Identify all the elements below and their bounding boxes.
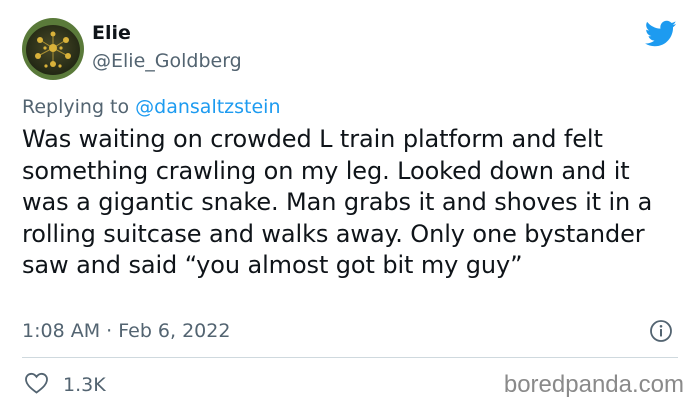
reply-prefix: Replying to (22, 96, 136, 118)
info-icon[interactable] (649, 319, 673, 343)
twitter-bird-icon (644, 20, 677, 48)
tweet-time: 1:08 AM (22, 320, 101, 342)
tweet-date: Feb 6, 2022 (118, 320, 231, 342)
tweet-timestamp[interactable]: 1:08 AM · Feb 6, 2022 (22, 320, 230, 342)
timestamp-separator: · (100, 320, 119, 342)
user-handle[interactable]: @Elie_Goldberg (92, 50, 242, 72)
divider (22, 357, 678, 358)
tortoise-avatar-image (22, 18, 84, 80)
heart-icon (24, 372, 49, 398)
display-name[interactable]: Elie (92, 22, 131, 44)
reply-mention-link[interactable]: @dansaltzstein (135, 96, 280, 118)
like-button[interactable]: 1.3K (24, 372, 106, 398)
reply-context: Replying to @dansaltzstein (22, 96, 281, 118)
avatar[interactable] (22, 18, 84, 80)
tweet-text: Was waiting on crowded L train platform … (22, 125, 653, 279)
boredpanda-watermark: boredpanda.com (503, 371, 684, 398)
like-count: 1.3K (63, 374, 106, 396)
